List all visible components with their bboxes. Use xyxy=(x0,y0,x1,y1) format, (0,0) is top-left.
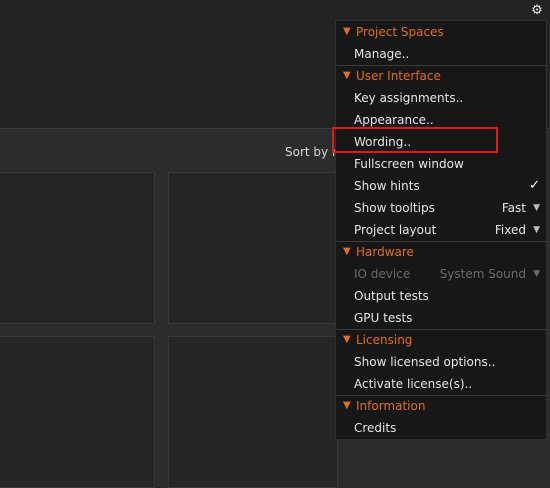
menu-item-credits[interactable]: Credits xyxy=(336,417,546,439)
menu-item-fullscreen[interactable]: Fullscreen window xyxy=(336,153,546,175)
menu-item-manage[interactable]: Manage.. xyxy=(336,43,546,65)
project-tile[interactable] xyxy=(168,172,338,324)
triangle-down-icon: ▼ xyxy=(343,70,351,81)
section-information[interactable]: ▼ Information xyxy=(336,395,546,417)
menu-item-key-assignments[interactable]: Key assignments.. xyxy=(336,87,546,109)
menu-item-show-tooltips[interactable]: Show tooltips Fast ▼ xyxy=(336,197,546,219)
menu-item-show-hints[interactable]: Show hints ✓ xyxy=(336,175,546,197)
section-project-spaces[interactable]: ▼ Project Spaces xyxy=(336,21,546,43)
project-tile[interactable] xyxy=(0,336,155,488)
menu-item-appearance[interactable]: Appearance.. xyxy=(336,109,546,131)
dropdown-arrow-icon: ▼ xyxy=(533,225,540,235)
triangle-down-icon: ▼ xyxy=(343,334,351,345)
menu-item-output-tests[interactable]: Output tests xyxy=(336,285,546,307)
layout-value: Fixed xyxy=(494,223,526,237)
checkmark-icon: ✓ xyxy=(529,178,540,193)
menu-item-wording[interactable]: Wording.. xyxy=(336,131,546,153)
project-tile[interactable] xyxy=(168,336,338,488)
project-tile[interactable] xyxy=(0,172,155,324)
dropdown-arrow-icon: ▼ xyxy=(533,203,540,213)
sort-label: Sort by n xyxy=(285,145,340,159)
menu-item-project-layout[interactable]: Project layout Fixed ▼ xyxy=(336,219,546,241)
menu-item-activate-license[interactable]: Activate license(s).. xyxy=(336,373,546,395)
triangle-down-icon: ▼ xyxy=(343,400,351,411)
triangle-down-icon: ▼ xyxy=(343,246,351,257)
menu-item-io-device: IO device System Sound ▼ xyxy=(336,263,546,285)
section-user-interface[interactable]: ▼ User Interface xyxy=(336,65,546,87)
settings-menu: ▼ Project Spaces Manage.. ▼ User Interfa… xyxy=(335,20,547,440)
dropdown-arrow-icon: ▼ xyxy=(533,269,540,279)
menu-item-gpu-tests[interactable]: GPU tests xyxy=(336,307,546,329)
section-licensing[interactable]: ▼ Licensing xyxy=(336,329,546,351)
triangle-down-icon: ▼ xyxy=(343,26,351,37)
io-device-value: System Sound xyxy=(439,267,526,281)
tooltips-value: Fast xyxy=(501,201,526,215)
section-hardware[interactable]: ▼ Hardware xyxy=(336,241,546,263)
menu-item-show-licensed[interactable]: Show licensed options.. xyxy=(336,351,546,373)
gear-icon[interactable]: ⚙ xyxy=(528,2,546,20)
